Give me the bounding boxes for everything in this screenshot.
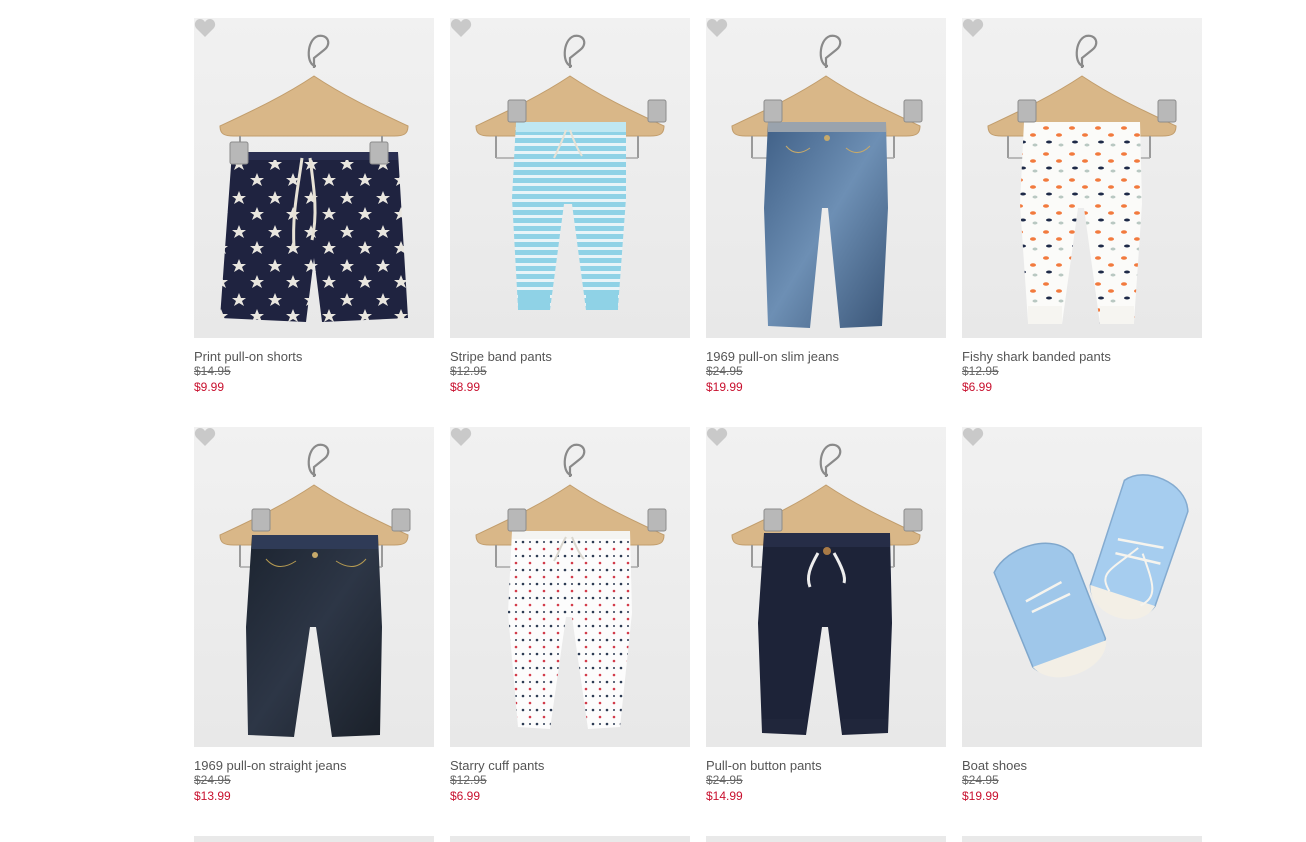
product-card[interactable]: Boat shoes $24.95 $19.99 [962,427,1202,804]
product-row: 1969 pull-on straight jeans $24.95 $13.9… [194,427,1204,836]
product-card[interactable]: 1969 pull-on straight jeans $24.95 $13.9… [194,427,434,804]
product-image-partial[interactable] [450,836,690,842]
original-price: $12.95 [450,364,487,378]
product-card[interactable]: Print pull-on shorts $14.95 $9.99 [194,18,434,395]
heart-icon[interactable] [962,427,984,447]
product-image[interactable] [706,427,946,747]
sale-price: $6.99 [450,789,481,803]
product-grid: Print pull-on shorts $14.95 $9.99 Stripe… [194,18,1204,836]
product-image-partial[interactable] [194,836,434,842]
product-name[interactable]: 1969 pull-on slim jeans [706,349,946,364]
heart-icon[interactable] [194,427,216,447]
product-card[interactable]: Stripe band pants $12.95 $8.99 [450,18,690,395]
product-name[interactable]: Print pull-on shorts [194,349,434,364]
sale-price: $8.99 [450,380,481,394]
product-card[interactable]: Pull-on button pants $24.95 $14.99 [706,427,946,804]
original-price: $24.95 [962,773,999,787]
product-card[interactable]: Starry cuff pants $12.95 $6.99 [450,427,690,804]
original-price: $12.95 [962,364,999,378]
product-image-partial[interactable] [962,836,1202,842]
sale-price: $14.99 [706,789,743,803]
sale-price: $19.99 [962,789,999,803]
original-price: $24.95 [706,364,743,378]
product-card[interactable]: 1969 pull-on slim jeans $24.95 $19.99 [706,18,946,395]
heart-icon[interactable] [450,427,472,447]
product-name[interactable]: Pull-on button pants [706,758,946,773]
heart-icon[interactable] [706,18,728,38]
sale-price: $6.99 [962,380,993,394]
product-name[interactable]: Starry cuff pants [450,758,690,773]
product-card[interactable]: Fishy shark banded pants $12.95 $6.99 [962,18,1202,395]
heart-icon[interactable] [962,18,984,38]
product-image[interactable] [194,427,434,747]
product-image[interactable] [450,18,690,338]
product-image[interactable] [194,18,434,338]
original-price: $24.95 [706,773,743,787]
product-image[interactable] [962,427,1202,747]
product-image[interactable] [706,18,946,338]
product-image[interactable] [450,427,690,747]
original-price: $12.95 [450,773,487,787]
product-name[interactable]: 1969 pull-on straight jeans [194,758,434,773]
product-row: Print pull-on shorts $14.95 $9.99 Stripe… [194,18,1204,427]
product-name[interactable]: Boat shoes [962,758,1202,773]
heart-icon[interactable] [450,18,472,38]
heart-icon[interactable] [706,427,728,447]
product-name[interactable]: Fishy shark banded pants [962,349,1202,364]
sale-price: $19.99 [706,380,743,394]
original-price: $24.95 [194,773,231,787]
sale-price: $9.99 [194,380,225,394]
sale-price: $13.99 [194,789,231,803]
product-image-partial[interactable] [706,836,946,842]
product-image[interactable] [962,18,1202,338]
product-name[interactable]: Stripe band pants [450,349,690,364]
original-price: $14.95 [194,364,231,378]
heart-icon[interactable] [194,18,216,38]
